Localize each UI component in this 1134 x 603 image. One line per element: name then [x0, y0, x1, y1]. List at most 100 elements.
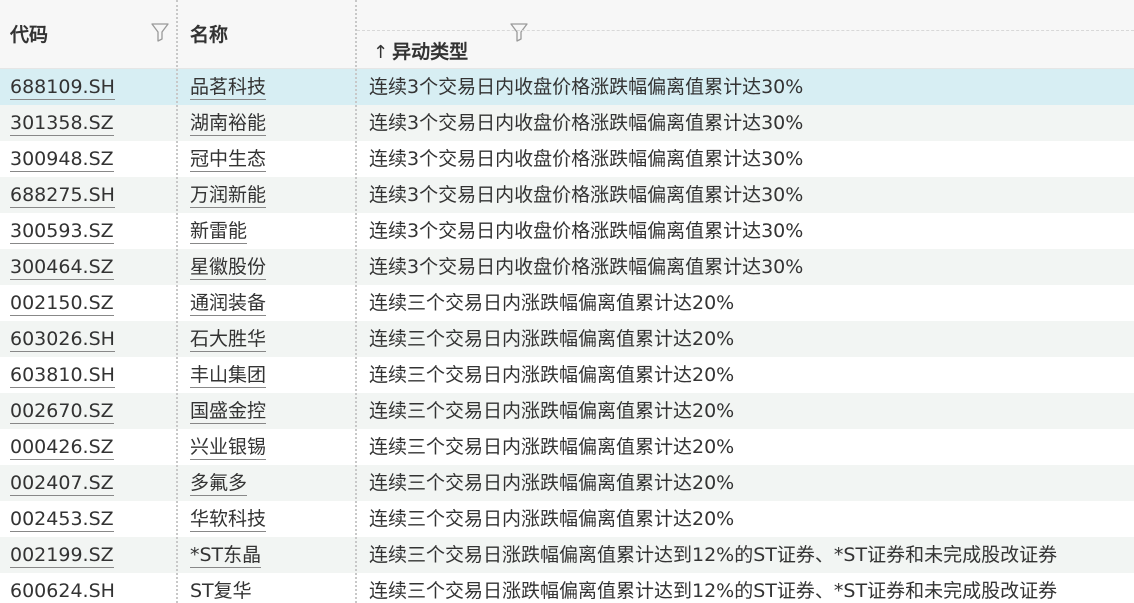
stock-name-link[interactable]: 丰山集团 [190, 363, 267, 388]
anomaly-type-cell: 连续3个交易日内收盘价格涨跌幅偏离值累计达30% [369, 184, 804, 206]
stock-name-cell: 兴业银锡 [190, 429, 350, 465]
anomaly-type-cell: 连续三个交易日内涨跌幅偏离值累计达20% [369, 364, 735, 386]
stock-code-link[interactable]: 300948.SZ [10, 147, 114, 172]
anomaly-type-cell: 连续三个交易日内涨跌幅偏离值累计达20% [369, 400, 735, 422]
anomaly-type-cell: 连续三个交易日内涨跌幅偏离值累计达20% [369, 508, 735, 530]
column-header-type[interactable]: ↑ 异动类型 [357, 0, 1134, 68]
table-row[interactable]: 002150.SZ 通润装备 连续三个交易日内涨跌幅偏离值累计达20% [0, 285, 1134, 321]
stock-name-cell: 湖南裕能 [190, 105, 350, 141]
stock-code-cell: 688109.SH [10, 69, 170, 105]
stock-name-link[interactable]: 兴业银锡 [190, 435, 267, 460]
anomaly-type-cell: 连续3个交易日内收盘价格涨跌幅偏离值累计达30% [369, 256, 804, 278]
stock-code-cell: 002453.SZ [10, 501, 170, 537]
stock-code-cell: 002670.SZ [10, 393, 170, 429]
stock-code-link[interactable]: 603026.SH [10, 327, 115, 352]
filter-icon[interactable] [151, 22, 169, 42]
stock-code-cell: 000426.SZ [10, 429, 170, 465]
stock-code-link[interactable]: 002150.SZ [10, 291, 114, 316]
column-divider[interactable] [176, 0, 178, 603]
stock-code-link[interactable]: 002199.SZ [10, 543, 114, 568]
stock-code-cell: 603026.SH [10, 321, 170, 357]
column-header-code[interactable]: 代码 [0, 0, 176, 68]
stock-code-link[interactable]: 600624.SH [10, 579, 115, 603]
table-row[interactable]: 301358.SZ 湖南裕能 连续3个交易日内收盘价格涨跌幅偏离值累计达30% [0, 105, 1134, 141]
stock-name-link[interactable]: 多氟多 [190, 471, 248, 496]
stock-name-link[interactable]: 万润新能 [190, 183, 267, 208]
stock-code-cell: 301358.SZ [10, 105, 170, 141]
stock-name-cell: 石大胜华 [190, 321, 350, 357]
anomaly-type-cell: 连续三个交易日内涨跌幅偏离值累计达20% [369, 472, 735, 494]
stock-code-link[interactable]: 688109.SH [10, 75, 115, 100]
stock-name-cell: 通润装备 [190, 285, 350, 321]
header-group-divider [357, 30, 1134, 31]
stock-name-cell: 万润新能 [190, 177, 350, 213]
stock-code-link[interactable]: 300593.SZ [10, 219, 114, 244]
table-row[interactable]: 603026.SH 石大胜华 连续三个交易日内涨跌幅偏离值累计达20% [0, 321, 1134, 357]
column-divider[interactable] [355, 0, 357, 603]
stock-code-cell: 600624.SH [10, 573, 170, 603]
stock-name-cell: 国盛金控 [190, 393, 350, 429]
stock-code-link[interactable]: 002453.SZ [10, 507, 114, 532]
stock-code-link[interactable]: 688275.SH [10, 183, 115, 208]
stock-name-cell: *ST东晶 [190, 537, 350, 573]
stock-name-cell: 华软科技 [190, 501, 350, 537]
stock-code-cell: 002150.SZ [10, 285, 170, 321]
stock-code-link[interactable]: 603810.SH [10, 363, 115, 388]
stock-code-link[interactable]: 301358.SZ [10, 111, 114, 136]
stock-name-link[interactable]: 通润装备 [190, 291, 267, 316]
stock-code-link[interactable]: 002407.SZ [10, 471, 114, 496]
anomaly-type-cell: 连续3个交易日内收盘价格涨跌幅偏离值累计达30% [369, 112, 804, 134]
column-header-name[interactable]: 名称 [178, 0, 528, 68]
stock-name-link[interactable]: 国盛金控 [190, 399, 267, 424]
table-header: 代码 名称 ↑ 异动类型 [0, 0, 1134, 69]
stock-code-cell: 300464.SZ [10, 249, 170, 285]
stock-name-cell: ST复华 [190, 573, 350, 603]
stock-code-link[interactable]: 002670.SZ [10, 399, 114, 424]
table-row[interactable]: 300464.SZ 星徽股份 连续3个交易日内收盘价格涨跌幅偏离值累计达30% [0, 249, 1134, 285]
table-row[interactable]: 688275.SH 万润新能 连续3个交易日内收盘价格涨跌幅偏离值累计达30% [0, 177, 1134, 213]
stock-code-cell: 002407.SZ [10, 465, 170, 501]
stock-code-link[interactable]: 000426.SZ [10, 435, 114, 460]
stock-name-link[interactable]: 品茗科技 [190, 75, 267, 100]
column-header-type-label-wrap: ↑ 异动类型 [373, 37, 468, 64]
stock-name-link[interactable]: ST复华 [190, 579, 252, 603]
table-row[interactable]: 603810.SH 丰山集团 连续三个交易日内涨跌幅偏离值累计达20% [0, 357, 1134, 393]
table-row[interactable]: 002453.SZ 华软科技 连续三个交易日内涨跌幅偏离值累计达20% [0, 501, 1134, 537]
column-header-type-label: 异动类型 [392, 41, 469, 63]
table-row[interactable]: 002407.SZ 多氟多 连续三个交易日内涨跌幅偏离值累计达20% [0, 465, 1134, 501]
stock-code-cell: 300948.SZ [10, 141, 170, 177]
table-row[interactable]: 600624.SH ST复华 连续三个交易日涨跌幅偏离值累计达到12%的ST证券、*… [0, 573, 1134, 603]
anomaly-type-cell: 连续3个交易日内收盘价格涨跌幅偏离值累计达30% [369, 76, 804, 98]
column-header-code-label: 代码 [10, 24, 49, 46]
stock-code-cell: 300593.SZ [10, 213, 170, 249]
stock-name-link[interactable]: *ST东晶 [190, 543, 262, 568]
stock-name-cell: 星徽股份 [190, 249, 350, 285]
stock-name-link[interactable]: 石大胜华 [190, 327, 267, 352]
stock-name-link[interactable]: 华软科技 [190, 507, 267, 532]
stock-code-cell: 603810.SH [10, 357, 170, 393]
anomaly-type-cell: 连续三个交易日涨跌幅偏离值累计达到12%的ST证券、*ST证券和未完成股改证券 [369, 544, 1058, 566]
table-row[interactable]: 002670.SZ 国盛金控 连续三个交易日内涨跌幅偏离值累计达20% [0, 393, 1134, 429]
table-row[interactable]: 300948.SZ 冠中生态 连续3个交易日内收盘价格涨跌幅偏离值累计达30% [0, 141, 1134, 177]
anomaly-type-cell: 连续三个交易日内涨跌幅偏离值累计达20% [369, 292, 735, 314]
table-row[interactable]: 000426.SZ 兴业银锡 连续三个交易日内涨跌幅偏离值累计达20% [0, 429, 1134, 465]
stock-code-link[interactable]: 300464.SZ [10, 255, 114, 280]
stock-code-cell: 002199.SZ [10, 537, 170, 573]
table-row[interactable]: 300593.SZ 新雷能 连续3个交易日内收盘价格涨跌幅偏离值累计达30% [0, 213, 1134, 249]
stock-name-link[interactable]: 湖南裕能 [190, 111, 267, 136]
anomaly-type-cell: 连续三个交易日内涨跌幅偏离值累计达20% [369, 328, 735, 350]
sort-ascending-icon[interactable]: ↑ [373, 42, 388, 63]
anomaly-type-cell: 连续三个交易日涨跌幅偏离值累计达到12%的ST证券、*ST证券和未完成股改证券 [369, 580, 1058, 602]
table-row[interactable]: 688109.SH 品茗科技 连续3个交易日内收盘价格涨跌幅偏离值累计达30% [0, 69, 1134, 105]
table-row[interactable]: 002199.SZ *ST东晶 连续三个交易日涨跌幅偏离值累计达到12%的ST证券、… [0, 537, 1134, 573]
stock-name-cell: 冠中生态 [190, 141, 350, 177]
anomaly-type-cell: 连续三个交易日内涨跌幅偏离值累计达20% [369, 436, 735, 458]
stock-name-link[interactable]: 冠中生态 [190, 147, 267, 172]
table-body: 688109.SH 品茗科技 连续3个交易日内收盘价格涨跌幅偏离值累计达30% 301… [0, 69, 1134, 603]
stock-name-link[interactable]: 新雷能 [190, 219, 248, 244]
stock-name-cell: 多氟多 [190, 465, 350, 501]
anomaly-type-cell: 连续3个交易日内收盘价格涨跌幅偏离值累计达30% [369, 148, 804, 170]
stock-name-link[interactable]: 星徽股份 [190, 255, 267, 280]
stock-code-cell: 688275.SH [10, 177, 170, 213]
stock-anomaly-table: 代码 名称 ↑ 异动类型 688109.SH 品茗科技 连续3个交易日内收盘价格涨跌幅… [0, 0, 1134, 603]
